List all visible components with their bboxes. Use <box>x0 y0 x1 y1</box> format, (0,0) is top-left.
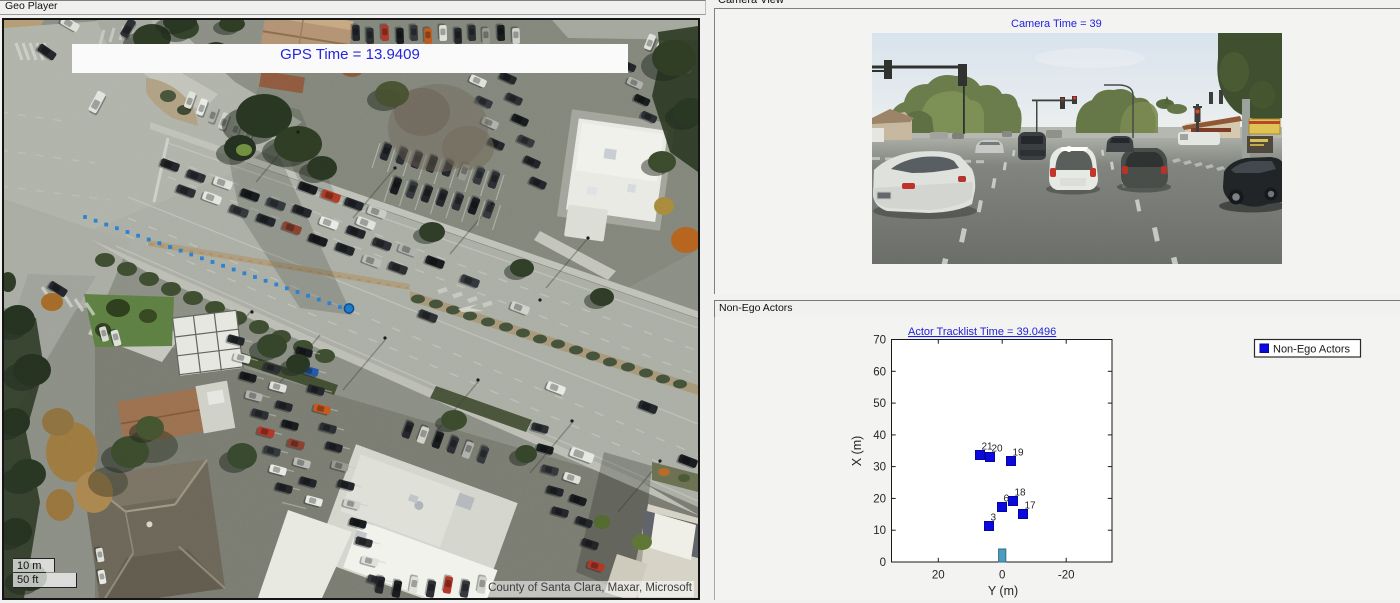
svg-text:20: 20 <box>932 570 945 582</box>
svg-text:70: 70 <box>873 335 886 347</box>
svg-text:0: 0 <box>880 557 886 569</box>
svg-text:-20: -20 <box>1058 570 1075 582</box>
svg-text:19: 19 <box>1013 448 1025 459</box>
svg-text:40: 40 <box>873 430 886 442</box>
svg-text:10: 10 <box>873 525 886 537</box>
svg-text:Non-Ego Actors: Non-Ego Actors <box>1273 344 1351 356</box>
svg-text:60: 60 <box>873 366 886 378</box>
svg-text:50: 50 <box>873 398 886 410</box>
svg-text:30: 30 <box>873 462 886 474</box>
svg-text:Actor Tracklist Time = 39.0496: Actor Tracklist Time = 39.0496 <box>908 326 1056 338</box>
svg-text:X (m): X (m) <box>850 436 864 467</box>
svg-text:20: 20 <box>873 493 886 505</box>
svg-text:18: 18 <box>1015 488 1027 499</box>
svg-text:3: 3 <box>991 513 997 524</box>
svg-text:6: 6 <box>1004 494 1010 505</box>
svg-text:20: 20 <box>992 444 1004 455</box>
svg-text:Y (m): Y (m) <box>988 584 1018 598</box>
svg-text:0: 0 <box>999 570 1005 582</box>
svg-text:17: 17 <box>1025 501 1037 512</box>
